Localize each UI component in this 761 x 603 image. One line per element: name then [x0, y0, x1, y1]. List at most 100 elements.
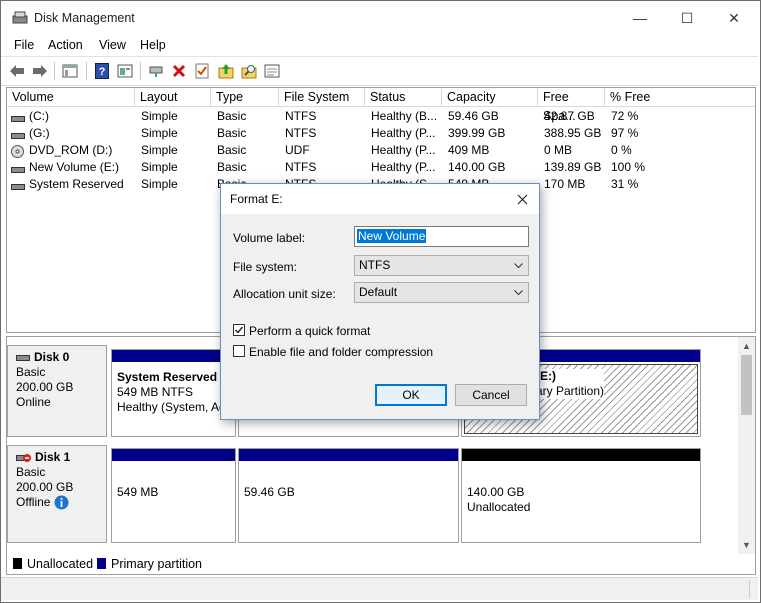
- menu-action[interactable]: Action: [48, 38, 83, 52]
- scroll-down-icon[interactable]: ▼: [742, 540, 751, 550]
- scroll-thumb[interactable]: [741, 355, 752, 415]
- disk-1-unallocated[interactable]: 140.00 GB Unallocated: [461, 448, 701, 543]
- delete-button[interactable]: [170, 62, 188, 80]
- toolbar: ?: [1, 56, 758, 86]
- disk-1-size: 200.00 GB: [16, 480, 74, 494]
- file-system-select[interactable]: NTFS: [354, 255, 529, 276]
- compression-checkbox[interactable]: [233, 345, 245, 357]
- dialog-title-bar: Format E:: [221, 184, 539, 214]
- drive-icon: [11, 184, 25, 190]
- volume-row[interactable]: DVD_ROM (D:) Simple Basic UDF Healthy (P... 4…: [7, 142, 755, 159]
- column-status[interactable]: Status: [365, 88, 442, 107]
- file-system-value: NTFS: [359, 258, 391, 272]
- quick-format-checkbox[interactable]: [233, 324, 245, 336]
- cell-free: 0 MB: [544, 143, 573, 157]
- disk-0-info[interactable]: Disk 0 Basic 200.00 GB Online: [7, 345, 107, 437]
- properties-icon: [117, 64, 133, 78]
- explore-button[interactable]: [240, 62, 258, 80]
- column-layout[interactable]: Layout: [135, 88, 211, 107]
- disk-0-state: Online: [16, 395, 51, 409]
- disk-1-info[interactable]: Disk 1 Basic 200.00 GB Offline: [7, 445, 107, 543]
- status-bar: [1, 577, 758, 600]
- close-button[interactable]: ✕: [711, 2, 757, 34]
- volume-row[interactable]: (C:) Simple Basic NTFS Healthy (B... 59.46 GB…: [7, 108, 755, 125]
- help-icon: ?: [95, 63, 109, 79]
- allocation-unit-label: Allocation unit size:: [233, 287, 336, 301]
- partition-title: System Reserved: [117, 370, 218, 384]
- disk-offline-icon: [16, 453, 31, 462]
- open-folder-button[interactable]: [217, 62, 235, 80]
- open-folder-icon: [218, 64, 234, 79]
- column-volume[interactable]: Volume: [7, 88, 135, 107]
- cell-capacity: 399.99 GB: [448, 126, 506, 140]
- unallocated-bar: [462, 449, 700, 461]
- back-button[interactable]: [8, 62, 26, 80]
- connect-button[interactable]: [147, 62, 165, 80]
- cell-status: Healthy (P...: [371, 126, 436, 140]
- cancel-button[interactable]: Cancel: [455, 384, 527, 406]
- column-capacity[interactable]: Capacity: [442, 88, 538, 107]
- scroll-up-icon[interactable]: ▲: [742, 341, 751, 351]
- cell-volume: (C:): [29, 109, 49, 123]
- dialog-close-button[interactable]: [505, 184, 539, 214]
- cell-capacity: 140.00 GB: [448, 160, 506, 174]
- compression-label[interactable]: Enable file and folder compression: [249, 345, 433, 359]
- menu-help[interactable]: Help: [140, 38, 166, 52]
- volume-row[interactable]: New Volume (E:) Simple Basic NTFS Healthy (P…: [7, 159, 755, 176]
- allocation-unit-value: Default: [359, 285, 398, 299]
- partition-system-reserved[interactable]: System Reserved 549 MB NTFS Healthy (Sys…: [111, 349, 236, 437]
- disk-map-scrollbar[interactable]: ▲ ▼: [738, 337, 755, 554]
- cell-layout: Simple: [141, 109, 178, 123]
- cell-status: Healthy (P...: [371, 160, 436, 174]
- ok-button[interactable]: OK: [375, 384, 447, 406]
- cell-capacity: 59.46 GB: [448, 109, 499, 123]
- partition-title: (E:): [536, 369, 556, 383]
- chevron-down-icon: [514, 263, 523, 269]
- column-free-space[interactable]: Free Spa...: [538, 88, 605, 123]
- explore-icon: [241, 65, 257, 79]
- legend-primary: Primary partition: [111, 557, 202, 571]
- info-icon[interactable]: [54, 495, 69, 510]
- volume-label-value: New Volume: [357, 229, 427, 243]
- maximize-button[interactable]: ☐: [664, 2, 710, 34]
- cell-volume: (G:): [29, 126, 50, 140]
- cell-fs: NTFS: [285, 160, 317, 174]
- legend-unallocated: Unallocated: [27, 557, 94, 571]
- properties-button[interactable]: [116, 62, 134, 80]
- rescan-button[interactable]: [263, 62, 281, 80]
- chevron-down-icon: [514, 290, 523, 296]
- disk-0-name: Disk 0: [34, 350, 70, 364]
- volume-label-input[interactable]: New Volume: [354, 226, 529, 247]
- disk-1-partition-1[interactable]: 549 MB: [111, 448, 236, 543]
- cell-fs: UDF: [285, 143, 310, 157]
- volume-row[interactable]: (G:) Simple Basic NTFS Healthy (P... 399.99 G…: [7, 125, 755, 142]
- help-button[interactable]: ?: [93, 62, 111, 80]
- menu-view[interactable]: View: [99, 38, 126, 52]
- cell-fs: NTFS: [285, 126, 317, 140]
- partition-size: 549 MB: [117, 485, 159, 499]
- column-type[interactable]: Type: [211, 88, 279, 107]
- quick-format-label[interactable]: Perform a quick format: [249, 324, 370, 338]
- disk-1-partition-2[interactable]: 59.46 GB: [238, 448, 459, 543]
- disk-0-type: Basic: [16, 365, 46, 379]
- forward-button[interactable]: [31, 62, 49, 80]
- cell-type: Basic: [217, 109, 247, 123]
- partition-size: 140.00 GB: [467, 485, 525, 499]
- file-system-label: File system:: [233, 260, 298, 274]
- cell-pct: 31 %: [611, 177, 639, 191]
- minimize-button[interactable]: —: [617, 2, 663, 34]
- delete-icon: [172, 64, 186, 78]
- check-button[interactable]: [193, 62, 211, 80]
- column-file-system[interactable]: File System: [279, 88, 365, 107]
- column-percent-free[interactable]: % Free: [605, 88, 755, 107]
- connect-icon: [149, 66, 163, 77]
- disk-1-type: Basic: [16, 465, 46, 479]
- console-tree-button[interactable]: [61, 62, 79, 80]
- cell-type: Basic: [217, 143, 247, 157]
- drive-icon: [11, 133, 25, 139]
- cell-fs: NTFS: [285, 109, 317, 123]
- cell-type: Basic: [217, 126, 247, 140]
- dialog-title: Format E:: [230, 192, 283, 206]
- menu-file[interactable]: File: [14, 38, 34, 52]
- allocation-unit-select[interactable]: Default: [354, 282, 529, 303]
